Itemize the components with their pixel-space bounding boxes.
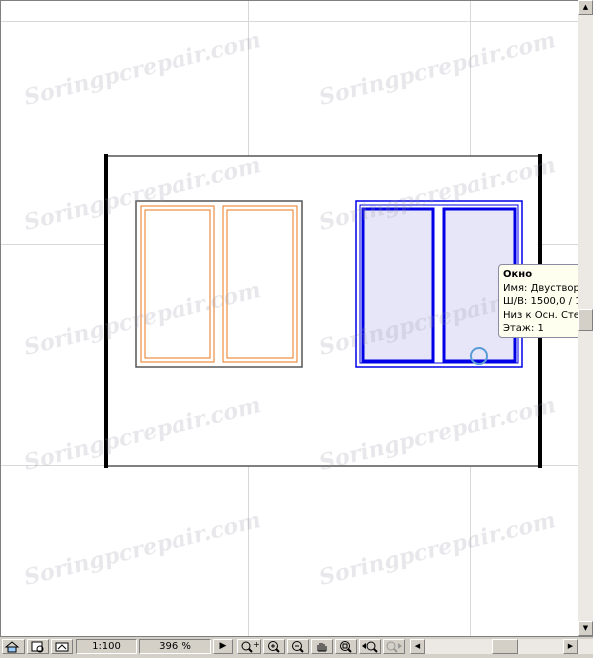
tooltip-line: Этаж: 1 [503,323,544,334]
horizontal-scrollbar[interactable]: ◀ ▶ [410,639,593,654]
scroll-right-button[interactable]: ▶ [563,639,578,654]
tooltip-line: Имя: Двустворчатое [503,282,578,294]
zoom-area-icon[interactable]: + [237,639,261,654]
cursor-icon [470,347,488,365]
horizontal-scroll-thumb[interactable] [492,639,518,654]
scroll-up-button[interactable]: ▲ [578,0,593,15]
drawing-viewport[interactable]: Soringpcrepair.com Soringpcrepair.com So… [0,0,578,636]
tooltip-title: Окно [503,269,533,280]
zoom-menu-arrow-icon[interactable]: ▶ [213,639,233,654]
vertical-scrollbar[interactable]: ▲ ▼ [578,0,593,636]
elevation-drawing [104,154,542,468]
view-settings-icon[interactable] [27,639,49,654]
previous-zoom-icon[interactable] [359,639,381,654]
zoom-in-icon[interactable] [263,639,285,654]
scroll-left-button[interactable]: ◀ [410,639,425,654]
bottom-toolbar: 1:100 396 % ▶ + ◀ ▶ [0,636,593,655]
scroll-down-button[interactable]: ▼ [578,621,593,636]
fit-window-icon[interactable] [335,639,357,654]
scale-field[interactable]: 1:100 [76,639,137,654]
window-left[interactable] [135,200,303,368]
tooltip-line: Низ к Осн. Стены: [503,309,578,321]
zoom-field[interactable]: 396 % [139,639,211,654]
element-info-tooltip: Окно Имя: Двустворчатое Ш/В: 1500,0 / 15… [498,264,578,338]
zoom-out-icon[interactable] [287,639,309,654]
house-view-icon[interactable] [2,639,25,654]
tooltip-line: Ш/В: 1500,0 / 1500 [503,296,578,307]
next-zoom-icon[interactable] [383,639,405,654]
svg-text:+: + [253,640,260,649]
hand-pan-icon[interactable] [311,639,333,654]
navigator-icon[interactable] [51,639,73,654]
vertical-scroll-thumb[interactable] [578,309,593,331]
